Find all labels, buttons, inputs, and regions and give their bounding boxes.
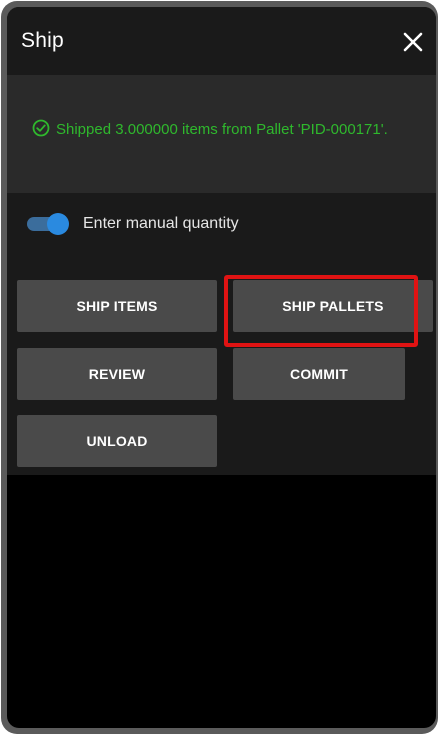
ship-items-button[interactable]: SHIP ITEMS bbox=[17, 280, 217, 332]
close-icon bbox=[403, 32, 423, 52]
unload-button[interactable]: UNLOAD bbox=[17, 415, 217, 467]
review-button[interactable]: REVIEW bbox=[17, 348, 217, 400]
commit-button[interactable]: COMMIT bbox=[233, 348, 405, 400]
action-buttons-area: SHIP ITEMS SHIP PALLETS REVIEW COMMIT UN… bbox=[7, 257, 436, 475]
status-message-text: Shipped 3.000000 items from Pallet 'PID-… bbox=[56, 121, 388, 138]
ship-pallets-button[interactable]: SHIP PALLETS bbox=[233, 280, 433, 332]
header-bar: Ship bbox=[7, 7, 436, 75]
page-title: Ship bbox=[21, 29, 64, 52]
manual-quantity-toggle[interactable] bbox=[27, 213, 71, 235]
status-message: Shipped 3.000000 items from Pallet 'PID-… bbox=[24, 119, 419, 138]
toggle-thumb bbox=[47, 213, 69, 235]
status-message-area: Shipped 3.000000 items from Pallet 'PID-… bbox=[7, 75, 436, 193]
device-frame: Ship Shipped 3.000000 items from Pallet … bbox=[1, 1, 438, 734]
manual-quantity-row: Enter manual quantity bbox=[7, 193, 436, 257]
close-button[interactable] bbox=[398, 27, 428, 57]
check-circle-icon bbox=[32, 119, 50, 137]
manual-quantity-label: Enter manual quantity bbox=[83, 215, 239, 232]
screen: Ship Shipped 3.000000 items from Pallet … bbox=[7, 7, 436, 728]
